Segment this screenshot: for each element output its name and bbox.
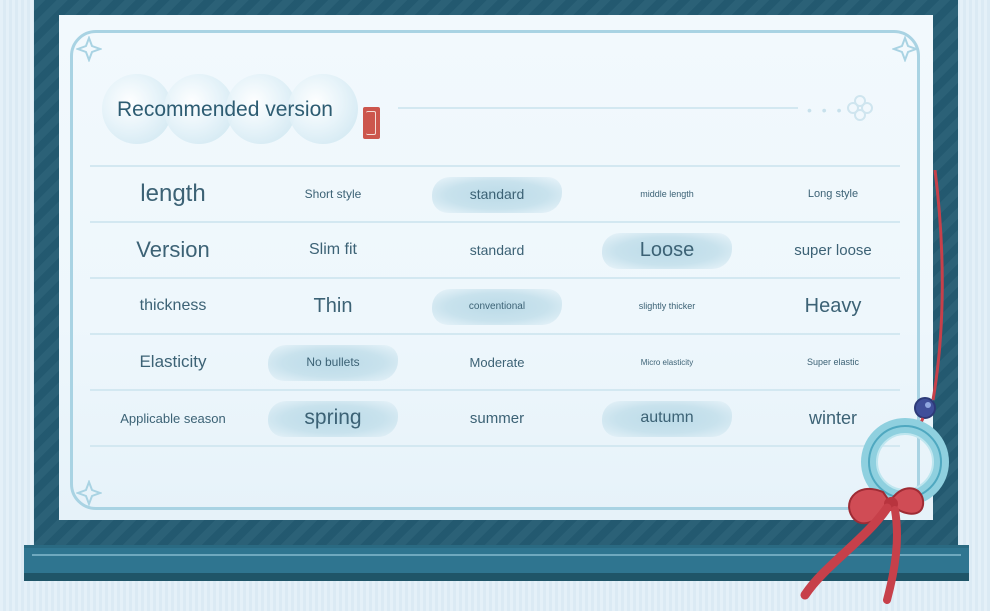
seal-stamp-icon [363,107,380,139]
row-label: Version [136,237,210,262]
option-cell: Moderate [469,354,525,370]
table-row: Elasticity No bullets Moderate Micro ela… [90,335,900,389]
option-cell-selected: spring [253,391,413,445]
table-row: length Short style standard middle lengt… [90,167,900,221]
header-divider [398,107,798,109]
table-row: Version Slim fit standard Loose super lo… [90,223,900,277]
option-cell: Slim fit [309,241,357,258]
flower-ornament-icon [847,95,873,121]
corner-ornament-icon [76,36,102,62]
jade-ring-tassel-icon [800,170,949,604]
option-cell-selected: autumn [587,391,747,445]
dots-ornament-icon: • • • [807,102,845,118]
row-divider [90,445,900,447]
corner-ornament-icon [76,480,102,506]
option-cell: Micro elasticity [640,357,694,367]
table-row: Applicable season spring summer autumn w… [90,391,900,445]
row-label: Applicable season [120,410,226,426]
table-row: thickness Thin conventional slightly thi… [90,279,900,333]
option-cell: summer [469,409,525,427]
option-cell: slightly thicker [638,301,696,311]
option-cell-selected: standard [417,167,577,221]
corner-ornament-icon [892,36,918,62]
option-cell-selected: No bullets [253,335,413,389]
section-header: Recommended version [102,74,402,146]
option-cell-selected: conventional [417,279,577,333]
option-cell: Short style [304,187,362,201]
row-label: Elasticity [139,352,207,371]
option-cell: standard [469,242,525,258]
row-label: length [140,180,206,207]
section-title: Recommended version [117,98,333,121]
option-cell: Thin [313,294,353,317]
option-cell-selected: Loose [587,223,747,277]
row-label: thickness [139,297,207,314]
option-cell: middle length [640,189,694,199]
